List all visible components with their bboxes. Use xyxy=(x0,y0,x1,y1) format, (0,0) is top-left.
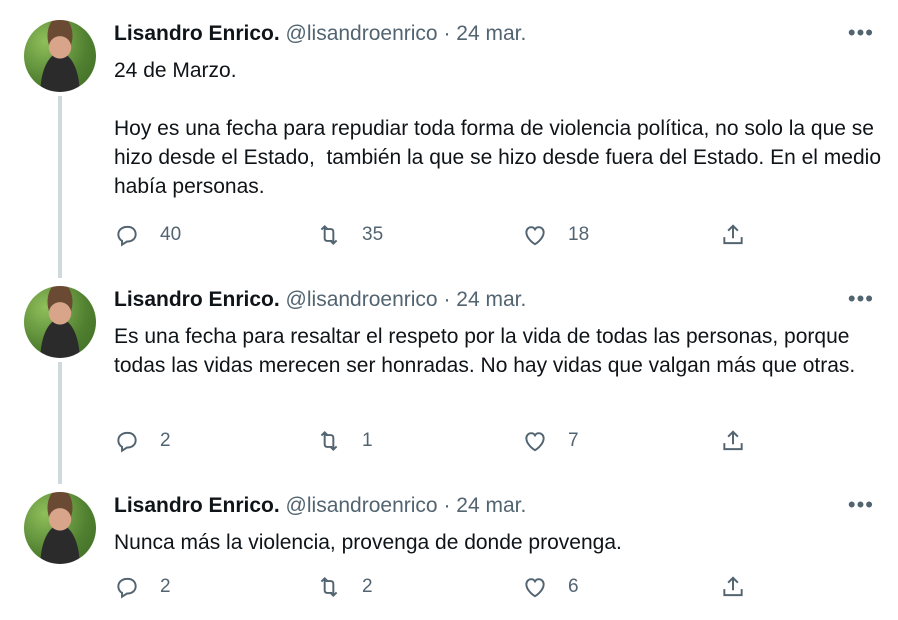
like-button[interactable]: 6 xyxy=(522,574,579,600)
reply-button[interactable]: 2 xyxy=(114,428,171,454)
reply-icon xyxy=(117,577,137,599)
heart-icon xyxy=(525,226,545,246)
tweet-date[interactable]: 24 mar. xyxy=(456,22,526,45)
tweet-actions: 40 35 18 xyxy=(114,222,764,252)
author-handle[interactable]: @lisandroenrico xyxy=(286,22,438,45)
share-icon xyxy=(723,224,743,245)
share-icon xyxy=(723,576,743,597)
tweet-actions: 2 1 7 xyxy=(114,428,764,458)
retweet-icon xyxy=(320,430,338,452)
tweet[interactable]: Lisandro Enrico. @lisandroenrico · 24 ma… xyxy=(0,286,898,476)
reply-button[interactable]: 40 xyxy=(114,222,181,248)
reply-icon xyxy=(117,225,137,247)
date-separator: · xyxy=(437,22,457,45)
tweet-header: Lisandro Enrico. @lisandroenrico · 24 ma… xyxy=(114,22,526,46)
like-count: 18 xyxy=(568,224,590,245)
like-button[interactable]: 7 xyxy=(522,428,579,454)
author-handle[interactable]: @lisandroenrico xyxy=(286,494,438,517)
author-name[interactable]: Lisandro Enrico. xyxy=(114,494,280,517)
like-count: 6 xyxy=(568,576,579,597)
tweet-date[interactable]: 24 mar. xyxy=(456,494,526,517)
author-name[interactable]: Lisandro Enrico. xyxy=(114,288,280,311)
share-button[interactable] xyxy=(720,574,746,600)
avatar[interactable] xyxy=(24,492,96,564)
tweet[interactable]: Lisandro Enrico. @lisandroenrico · 24 ma… xyxy=(0,20,898,280)
more-options-icon[interactable]: ••• xyxy=(848,20,874,46)
reply-count: 40 xyxy=(160,224,182,245)
avatar[interactable] xyxy=(24,20,96,92)
heart-icon xyxy=(525,432,545,452)
avatar[interactable] xyxy=(24,286,96,358)
author-handle[interactable]: @lisandroenrico xyxy=(286,288,438,311)
reply-count: 2 xyxy=(160,430,171,451)
retweet-icon xyxy=(320,576,338,598)
reply-count: 2 xyxy=(160,576,171,597)
heart-icon xyxy=(525,578,545,598)
author-name[interactable]: Lisandro Enrico. xyxy=(114,22,280,45)
more-options-icon[interactable]: ••• xyxy=(848,492,874,518)
more-options-icon[interactable]: ••• xyxy=(848,286,874,312)
tweet[interactable]: Lisandro Enrico. @lisandroenrico · 24 ma… xyxy=(0,492,898,612)
reply-icon xyxy=(117,431,137,453)
tweet-text: Nunca más la violencia, provenga de dond… xyxy=(114,531,622,554)
date-separator: · xyxy=(437,494,457,517)
date-separator: · xyxy=(437,288,457,311)
retweet-count: 2 xyxy=(362,576,373,597)
share-button[interactable] xyxy=(720,428,746,454)
retweet-button[interactable]: 1 xyxy=(316,428,373,454)
share-button[interactable] xyxy=(720,222,746,248)
share-icon xyxy=(723,430,743,451)
tweet-text: 24 de Marzo. Hoy es una fecha para repud… xyxy=(114,59,881,198)
reply-button[interactable]: 2 xyxy=(114,574,171,600)
retweet-icon xyxy=(320,224,338,246)
retweet-count: 1 xyxy=(362,430,373,451)
like-count: 7 xyxy=(568,430,579,451)
retweet-button[interactable]: 2 xyxy=(316,574,373,600)
tweet-actions: 2 2 6 xyxy=(114,574,764,604)
retweet-count: 35 xyxy=(362,224,384,245)
tweet-header: Lisandro Enrico. @lisandroenrico · 24 ma… xyxy=(114,288,526,312)
tweet-date[interactable]: 24 mar. xyxy=(456,288,526,311)
tweet-header: Lisandro Enrico. @lisandroenrico · 24 ma… xyxy=(114,494,526,518)
tweet-text: Es una fecha para resaltar el respeto po… xyxy=(114,325,856,377)
like-button[interactable]: 18 xyxy=(522,222,589,248)
retweet-button[interactable]: 35 xyxy=(316,222,383,248)
